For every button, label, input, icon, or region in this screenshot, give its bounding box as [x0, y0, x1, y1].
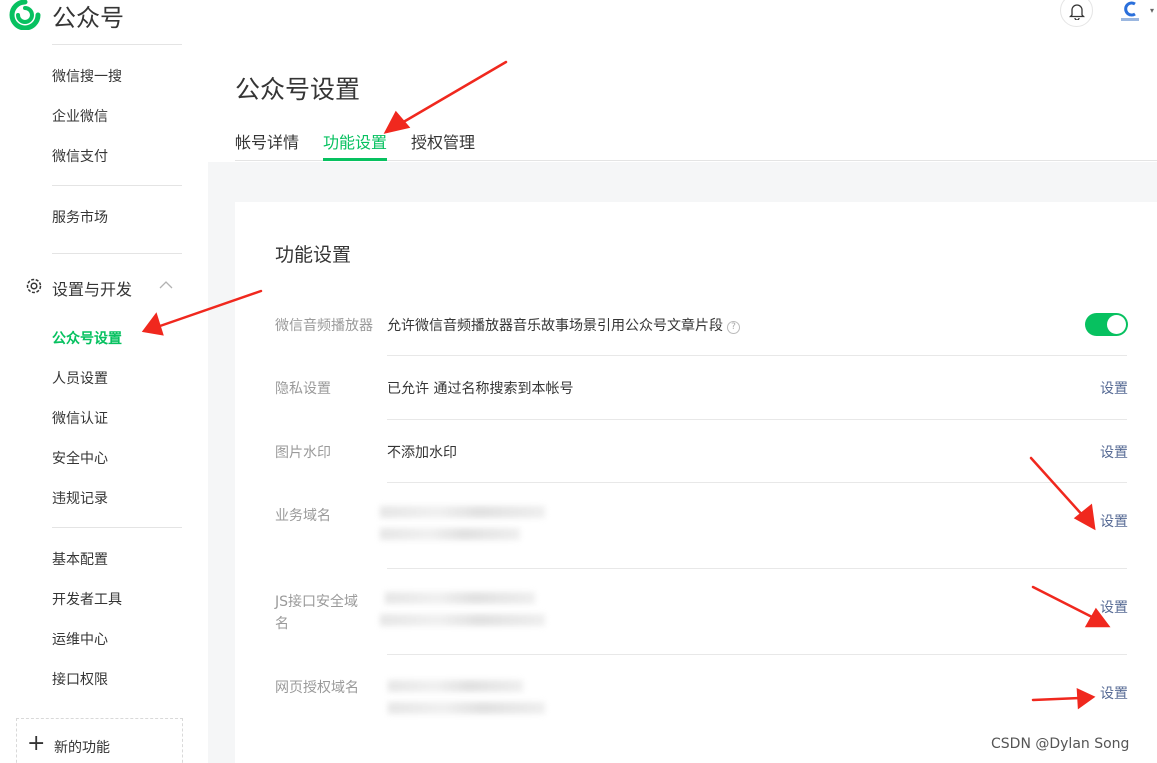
annotation-arrows: [141, 60, 1111, 710]
arrow-to-tab: [398, 60, 508, 126]
arrow-head: [383, 110, 411, 134]
arrow-to-sidebar: [158, 289, 263, 328]
watermark: CSDN @Dylan Song: [991, 736, 1130, 752]
arrow-head: [1084, 607, 1111, 628]
arrow-to-js-domain: [1031, 585, 1096, 620]
arrow-head: [141, 312, 164, 336]
arrow-to-business-domain: [1029, 456, 1087, 520]
arrow-head: [1076, 687, 1096, 710]
arrow-to-oauth-domain: [1031, 696, 1082, 702]
